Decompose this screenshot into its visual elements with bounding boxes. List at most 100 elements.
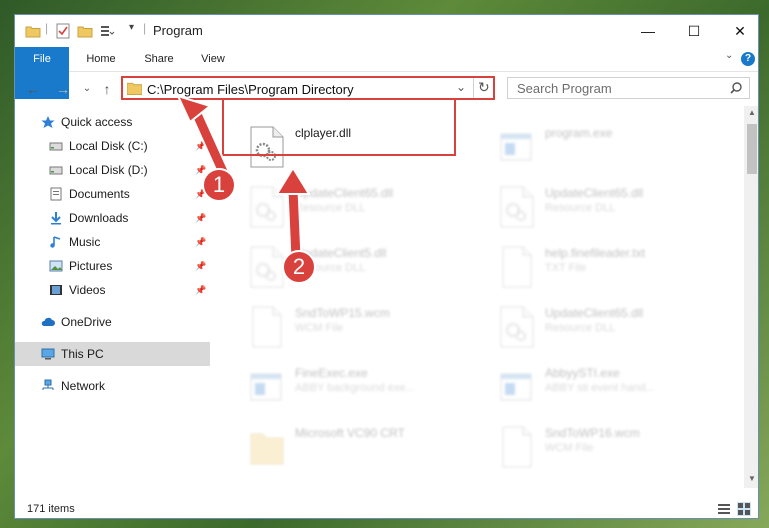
explorer-window: | ▾ | Program — ☐ ✕ File Home Share View…	[14, 14, 759, 519]
tab-view[interactable]: View	[191, 47, 235, 71]
sidebar-item-videos[interactable]: Videos 📌	[15, 278, 210, 302]
file-type: ABBY background exe...	[295, 382, 415, 394]
pin-icon[interactable]: 📌	[195, 206, 206, 230]
forward-arrow-icon[interactable]: →	[53, 80, 73, 98]
file-name: Microsoft VC90 CRT	[295, 426, 405, 440]
sidebar-item-label: OneDrive	[61, 315, 112, 329]
vertical-scrollbar[interactable]: ▲ ▼	[744, 106, 758, 488]
help-icon[interactable]: ?	[741, 52, 755, 66]
separator: |	[143, 21, 147, 35]
new-folder-icon[interactable]	[77, 23, 93, 39]
drive-icon	[49, 142, 63, 151]
sidebar-item-label: Videos	[69, 283, 106, 297]
large-icons-view-icon[interactable]	[737, 502, 751, 516]
tab-home[interactable]: Home	[77, 47, 125, 71]
file-item[interactable]: AbbyySTI.exe ABBY sti event hand...	[483, 360, 723, 412]
file-item[interactable]: UpdateClient65.dll Resource DLL	[483, 180, 723, 232]
sidebar-item-documents[interactable]: Documents 📌	[15, 182, 210, 206]
sidebar-item-label: This PC	[61, 347, 104, 361]
file-item[interactable]: program.exe	[483, 120, 723, 172]
details-view-icon[interactable]	[717, 502, 731, 516]
computer-icon	[41, 348, 55, 360]
step-2-badge: 2	[282, 250, 316, 284]
exe-file-icon	[249, 366, 285, 408]
dropdown-arrow-icon[interactable]: ▾	[129, 22, 134, 33]
recent-locations-icon[interactable]: ⌄	[77, 80, 97, 98]
sidebar-item-this-pc[interactable]: This PC	[15, 342, 210, 366]
sidebar-item-local-disk-d[interactable]: Local Disk (D:) 📌	[15, 158, 210, 182]
highlight-box-file	[222, 98, 456, 156]
file-name: help.finefileader.txt	[545, 246, 646, 260]
dll-file-icon	[249, 246, 285, 288]
file-item[interactable]: help.finefileader.txt TXT File	[483, 240, 723, 292]
network-icon	[42, 379, 54, 390]
search-input[interactable]: Search Program	[517, 81, 612, 96]
title-bar: | ▾ | Program — ☐ ✕	[15, 15, 758, 47]
status-bar: 171 items	[15, 499, 758, 518]
file-name: FineExec.exe	[295, 366, 368, 380]
search-box[interactable]: Search Program	[507, 77, 750, 99]
tab-share[interactable]: Share	[137, 47, 181, 71]
sidebar-item-label: Music	[69, 235, 101, 249]
file-item[interactable]: FineExec.exe ABBY background exe...	[233, 360, 473, 412]
videos-icon	[50, 285, 62, 295]
up-arrow-icon[interactable]: ↑	[97, 80, 117, 98]
sidebar-item-label: Quick access	[61, 115, 133, 129]
sidebar-item-pictures[interactable]: Pictures 📌	[15, 254, 210, 278]
documents-icon	[50, 187, 62, 201]
scroll-up-icon[interactable]: ▲	[748, 108, 756, 117]
pin-icon[interactable]: 📌	[195, 254, 206, 278]
exe-file-icon	[499, 126, 535, 168]
sidebar-item-network[interactable]: Network	[15, 374, 210, 398]
pin-icon[interactable]: 📌	[195, 134, 206, 158]
file-item[interactable]: SndToWP16.wcm WCM File	[483, 420, 723, 472]
maximize-button[interactable]: ☐	[671, 15, 717, 47]
cloud-icon	[41, 317, 55, 326]
sidebar-item-local-disk-c[interactable]: Local Disk (C:) 📌	[15, 134, 210, 158]
pin-icon[interactable]: 📌	[195, 230, 206, 254]
dll-file-icon	[499, 306, 535, 348]
expand-ribbon-icon[interactable]: ⌄	[725, 50, 733, 61]
file-name: UpdateClient65.dll	[545, 186, 644, 200]
file-name: SndToWP15.wcm	[295, 306, 390, 320]
folder-icon[interactable]	[25, 23, 41, 39]
file-type: WCM File	[295, 322, 344, 334]
navigation-pane: Quick access Local Disk (C:) 📌 Local Disk (…	[15, 110, 210, 488]
scrollbar-thumb[interactable]	[747, 124, 757, 174]
properties-icon[interactable]	[55, 23, 71, 39]
sidebar-item-label: Downloads	[69, 211, 129, 225]
pin-icon[interactable]: 📌	[195, 278, 206, 302]
customize-icon[interactable]	[99, 23, 115, 39]
search-icon[interactable]	[730, 82, 742, 94]
folder-icon	[127, 82, 142, 95]
file-item[interactable]: UpdateClient65.dll Resource DLL	[233, 180, 473, 232]
file-name: SndToWP16.wcm	[545, 426, 640, 440]
close-button[interactable]: ✕	[717, 15, 758, 47]
scroll-down-icon[interactable]: ▼	[748, 474, 756, 483]
ribbon-tabs: File Home Share View ⌄ ?	[15, 47, 758, 99]
back-arrow-icon[interactable]: ←	[23, 80, 43, 98]
separator	[473, 78, 474, 98]
sidebar-item-onedrive[interactable]: OneDrive	[15, 310, 210, 334]
download-icon	[51, 212, 61, 225]
txt-file-icon	[499, 246, 535, 288]
file-type: Resource DLL	[545, 322, 616, 334]
file-item[interactable]: SndToWP15.wcm WCM File	[233, 300, 473, 352]
address-bar[interactable]: C:\Program Files\Program Directory ⌄ ↻	[121, 76, 495, 100]
sidebar-item-label: Network	[61, 379, 106, 393]
sidebar-item-label: Pictures	[69, 259, 113, 273]
file-name: UpdateClient65.dll	[295, 186, 394, 200]
dll-file-icon	[499, 186, 535, 228]
sidebar-item-music[interactable]: Music 📌	[15, 230, 210, 254]
sidebar-item-label: Documents	[69, 187, 130, 201]
minimize-button[interactable]: —	[625, 15, 671, 47]
file-item[interactable]: Microsoft VC90 CRT	[233, 420, 473, 472]
address-dropdown-icon[interactable]: ⌄	[456, 80, 466, 94]
file-item[interactable]: UpdateClient65.dll Resource DLL	[483, 300, 723, 352]
file-item[interactable]: UpdateClient5.dll Resource DLL	[233, 240, 473, 292]
sidebar-item-label: Local Disk (C:)	[69, 139, 148, 153]
sidebar-item-downloads[interactable]: Downloads 📌	[15, 206, 210, 230]
sidebar-item-quick-access[interactable]: Quick access	[15, 110, 210, 134]
refresh-icon[interactable]: ↻	[478, 79, 490, 96]
star-icon	[41, 116, 55, 128]
